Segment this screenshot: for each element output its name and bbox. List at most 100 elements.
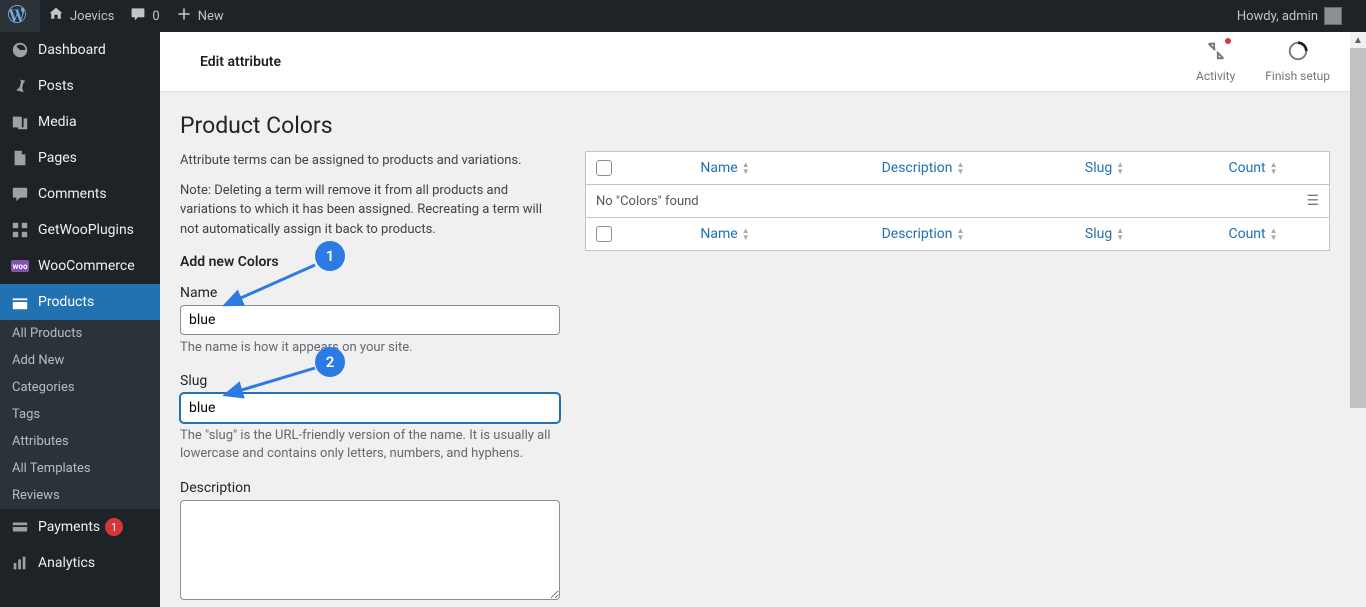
new-label: New: [198, 9, 224, 24]
site-name: Joevics: [70, 9, 114, 24]
menu-products[interactable]: Products: [0, 284, 160, 320]
col-name-footer[interactable]: Name▲▼: [700, 226, 749, 242]
hamburger-icon[interactable]: ☰: [1289, 193, 1319, 209]
sort-icon: ▲▼: [742, 227, 750, 241]
menu-analytics[interactable]: Analytics: [0, 545, 160, 581]
comment-icon: [10, 184, 30, 204]
activity-label: Activity: [1196, 69, 1235, 83]
sort-icon: ▲▼: [1116, 227, 1124, 241]
menu-label: Posts: [38, 78, 74, 94]
plus-icon: [176, 6, 192, 26]
comments-link[interactable]: 0: [122, 0, 167, 32]
menu-media[interactable]: Media: [0, 104, 160, 140]
site-name-link[interactable]: Joevics: [40, 0, 122, 32]
submenu-add-new[interactable]: Add New: [0, 347, 160, 374]
activity-button[interactable]: Activity: [1196, 40, 1235, 83]
page-title: Product Colors: [180, 112, 1330, 139]
col-slug-header[interactable]: Slug▲▼: [1085, 160, 1124, 176]
select-all-checkbox-footer[interactable]: [596, 226, 612, 242]
finish-setup-button[interactable]: Finish setup: [1265, 40, 1330, 83]
pin-icon: [10, 76, 30, 96]
woo-icon: woo: [10, 256, 30, 276]
annotation-1: 1: [315, 241, 345, 271]
products-submenu: All Products Add New Categories Tags Att…: [0, 320, 160, 509]
comments-count: 0: [152, 9, 159, 24]
empty-message: No "Colors" found: [596, 194, 699, 209]
submenu-all-products[interactable]: All Products: [0, 320, 160, 347]
payments-badge: 1: [105, 518, 123, 536]
col-slug-footer[interactable]: Slug▲▼: [1085, 226, 1124, 242]
scroll-thumb[interactable]: [1350, 48, 1366, 408]
annotation-arrow-2: [215, 360, 325, 405]
description-input[interactable]: [180, 500, 560, 600]
sort-icon: ▲▼: [956, 227, 964, 241]
menu-getwooplugins[interactable]: GetWooPlugins: [0, 212, 160, 248]
col-description-header[interactable]: Description▲▼: [882, 160, 965, 176]
menu-label: Pages: [38, 150, 77, 166]
sort-icon: ▲▼: [1116, 161, 1124, 175]
sort-icon: ▲▼: [1270, 161, 1278, 175]
slug-help: The "slug" is the URL-friendly version o…: [180, 427, 560, 463]
col-count-header[interactable]: Count▲▼: [1228, 160, 1277, 176]
avatar: [1324, 7, 1342, 25]
submenu-tags[interactable]: Tags: [0, 401, 160, 428]
menu-label: GetWooPlugins: [38, 222, 134, 238]
payments-icon: [10, 517, 30, 537]
new-content-link[interactable]: New: [168, 0, 232, 32]
description-label: Description: [180, 480, 560, 496]
menu-label: Comments: [38, 186, 107, 202]
table-empty-row: No "Colors" found ☰: [586, 185, 1329, 218]
page-header: Edit attribute Activity Finish setup: [160, 32, 1350, 92]
scroll-up-arrow[interactable]: ▲: [1350, 32, 1366, 48]
note-text: Note: Deleting a term will remove it fro…: [180, 181, 560, 240]
menu-dashboard[interactable]: Dashboard: [0, 32, 160, 68]
progress-icon: [1287, 40, 1309, 67]
sort-icon: ▲▼: [956, 161, 964, 175]
terms-table: Name▲▼ Description▲▼ Slug▲▼ Count▲▼ No "…: [585, 151, 1330, 251]
analytics-icon: [10, 553, 30, 573]
page-icon: [10, 148, 30, 168]
home-icon: [48, 6, 64, 26]
menu-posts[interactable]: Posts: [0, 68, 160, 104]
submenu-reviews[interactable]: Reviews: [0, 482, 160, 509]
submenu-categories[interactable]: Categories: [0, 374, 160, 401]
activity-icon: [1205, 40, 1227, 67]
menu-payments[interactable]: Payments 1: [0, 509, 160, 545]
media-icon: [10, 112, 30, 132]
content-area: Edit attribute Activity Finish setup Pro…: [160, 32, 1350, 607]
col-name-header[interactable]: Name▲▼: [700, 160, 749, 176]
name-help: The name is how it appears on your site.: [180, 339, 560, 357]
submenu-attributes[interactable]: Attributes: [0, 428, 160, 455]
col-description-footer[interactable]: Description▲▼: [882, 226, 965, 242]
vertical-scrollbar[interactable]: ▲: [1350, 32, 1366, 607]
menu-label: Payments: [38, 519, 100, 535]
table-header: Name▲▼ Description▲▼ Slug▲▼ Count▲▼: [586, 152, 1329, 185]
account-link[interactable]: Howdy, admin: [1229, 7, 1350, 25]
admin-sidebar: Dashboard Posts Media Pages Comments Get…: [0, 32, 160, 607]
activity-dot: [1225, 38, 1231, 44]
submenu-all-templates[interactable]: All Templates: [0, 455, 160, 482]
col-count-footer[interactable]: Count▲▼: [1228, 226, 1277, 242]
menu-pages[interactable]: Pages: [0, 140, 160, 176]
select-all-checkbox[interactable]: [596, 160, 612, 176]
menu-comments[interactable]: Comments: [0, 176, 160, 212]
menu-woocommerce[interactable]: woo WooCommerce: [0, 248, 160, 284]
table-footer: Name▲▼ Description▲▼ Slug▲▼ Count▲▼: [586, 218, 1329, 250]
annotation-arrow-1: [215, 255, 325, 315]
menu-label: Dashboard: [38, 42, 106, 58]
sort-icon: ▲▼: [742, 161, 750, 175]
admin-bar: Joevics 0 New Howdy, admin: [0, 0, 1366, 32]
finish-setup-label: Finish setup: [1265, 69, 1330, 83]
sort-icon: ▲▼: [1270, 227, 1278, 241]
plugin-grid-icon: [10, 220, 30, 240]
wordpress-icon: [8, 5, 26, 27]
products-icon: [10, 292, 30, 312]
annotation-2: 2: [315, 347, 345, 377]
wp-logo[interactable]: [0, 0, 40, 32]
menu-label: Media: [38, 114, 77, 130]
page-header-title: Edit attribute: [200, 54, 281, 70]
dashboard-icon: [10, 40, 30, 60]
menu-label: Analytics: [38, 555, 95, 571]
howdy-text: Howdy, admin: [1237, 9, 1318, 24]
menu-label: WooCommerce: [38, 258, 135, 274]
